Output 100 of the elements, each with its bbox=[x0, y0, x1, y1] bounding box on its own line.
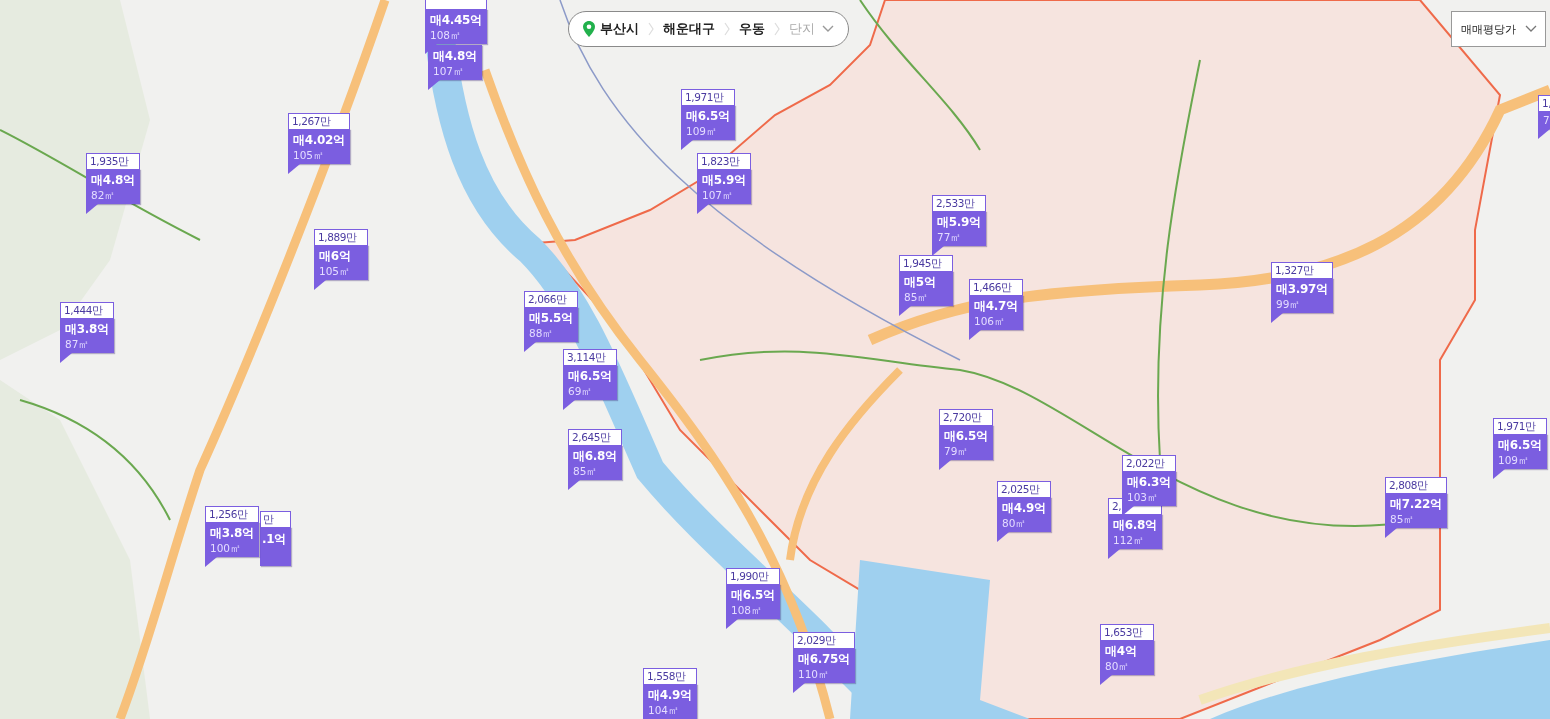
unit-price-label: 2,066만 bbox=[524, 291, 578, 307]
map-drawing[interactable] bbox=[0, 0, 1550, 719]
area-label: 107㎡ bbox=[433, 65, 466, 77]
area-label: 109㎡ bbox=[686, 125, 719, 137]
sale-price-label: 매4.9억 bbox=[1002, 500, 1046, 517]
area-label: 112㎡ bbox=[1113, 534, 1146, 546]
price-marker[interactable]: 1,823만 매5.9억 107㎡ bbox=[697, 153, 751, 214]
pointer-tail-icon bbox=[1271, 313, 1283, 323]
price-marker[interactable]: 1,256만 매3.8억 100㎡ bbox=[205, 506, 259, 567]
price-marker[interactable]: 1,466만 매4.7억 106㎡ bbox=[969, 279, 1023, 340]
unit-price-label: 2,025만 bbox=[997, 481, 1051, 497]
pointer-tail-icon bbox=[681, 140, 693, 150]
area-label: 69㎡ bbox=[568, 385, 594, 397]
pointer-tail-icon bbox=[568, 480, 580, 490]
sale-price-label: 매4.02억 bbox=[293, 132, 345, 149]
unit-price-label: 1, bbox=[1538, 95, 1550, 111]
price-marker[interactable]: 3,114만 매6.5억 69㎡ bbox=[563, 349, 617, 410]
price-marker[interactable]: 2,025만 매4.9억 80㎡ bbox=[997, 481, 1051, 542]
pointer-tail-icon bbox=[86, 204, 98, 214]
unit-price-label: 2,533만 bbox=[932, 195, 986, 211]
area-label: 80㎡ bbox=[1105, 660, 1131, 672]
price-marker[interactable]: 1,444만 매3.8억 87㎡ bbox=[60, 302, 114, 363]
sale-price-label: 매6.75억 bbox=[798, 651, 850, 668]
area-label: 7 bbox=[1543, 114, 1550, 126]
area-label: 106㎡ bbox=[974, 315, 1007, 327]
price-marker[interactable]: 1,945만 매5억 85㎡ bbox=[899, 255, 953, 316]
area-label: 107㎡ bbox=[702, 189, 735, 201]
pointer-tail-icon bbox=[1122, 506, 1134, 516]
pointer-tail-icon bbox=[726, 619, 738, 629]
sale-price-label: 매6.8억 bbox=[573, 448, 617, 465]
chevron-icon bbox=[773, 22, 781, 36]
area-label: 105㎡ bbox=[293, 149, 326, 161]
unit-price-label: 2,029만 bbox=[793, 632, 855, 648]
price-marker[interactable]: 1,971만 매6.5억 109㎡ bbox=[681, 89, 735, 150]
sale-price-label: .1억 bbox=[262, 531, 287, 548]
pointer-tail-icon bbox=[899, 306, 911, 316]
price-marker[interactable]: 1,889만 매6억 105㎡ bbox=[314, 229, 368, 290]
sale-price-label: 매5.9억 bbox=[702, 172, 746, 189]
unit-price-label: 3,114만 bbox=[563, 349, 617, 365]
unit-price-label: 1,889만 bbox=[314, 229, 368, 245]
price-marker[interactable]: 만 .1억 bbox=[260, 511, 291, 566]
pointer-tail-icon bbox=[1100, 675, 1112, 685]
sale-price-label: 매6.5억 bbox=[686, 108, 730, 125]
price-marker[interactable]: 1,990만 매6.5억 108㎡ bbox=[726, 568, 780, 629]
price-marker[interactable]: 2,645만 매6.8억 85㎡ bbox=[568, 429, 622, 490]
unit-price-label: 2,645만 bbox=[568, 429, 622, 445]
sale-price-label: 매5.5억 bbox=[529, 310, 573, 327]
area-label: 80㎡ bbox=[1002, 517, 1028, 529]
price-marker[interactable]: 2,808만 매7.22억 85㎡ bbox=[1385, 477, 1447, 538]
price-marker[interactable]: 2,720만 매6.5억 79㎡ bbox=[939, 409, 993, 470]
breadcrumb-item[interactable]: 부산시 bbox=[583, 20, 639, 38]
price-marker[interactable]: 2,066만 매5.5억 88㎡ bbox=[524, 291, 578, 352]
unit-price-label: 1,971만 bbox=[681, 89, 735, 105]
sale-price-label: 매4.8억 bbox=[91, 172, 135, 189]
unit-price-label: 1,327만 bbox=[1271, 262, 1333, 278]
pointer-tail-icon bbox=[793, 683, 805, 693]
price-marker[interactable]: 2,533만 매5.9억 77㎡ bbox=[932, 195, 986, 256]
unit-price-label: 1,935만 bbox=[86, 153, 140, 169]
unit-price-label: 2,022만 bbox=[1122, 455, 1176, 471]
pointer-tail-icon bbox=[1385, 528, 1397, 538]
sale-price-label: 매6.5억 bbox=[568, 368, 612, 385]
sale-price-label: 매3.8억 bbox=[65, 321, 109, 338]
unit-price-label: 1,971만 bbox=[1493, 418, 1547, 434]
pointer-tail-icon bbox=[1108, 549, 1120, 559]
price-marker[interactable]: 1,558만 매4.9억 104㎡ bbox=[643, 668, 697, 719]
pointer-tail-icon bbox=[60, 353, 72, 363]
sale-price-label: 매7.22억 bbox=[1390, 496, 1442, 513]
unit-price-label: 1,823만 bbox=[697, 153, 751, 169]
area-label: 109㎡ bbox=[1498, 454, 1531, 466]
price-type-dropdown[interactable]: 매매평당가 bbox=[1451, 11, 1546, 47]
pointer-tail-icon bbox=[697, 204, 709, 214]
map-pin-icon bbox=[583, 21, 595, 37]
sale-price-label: 매6.5억 bbox=[731, 587, 775, 604]
price-marker[interactable]: 1, 7 bbox=[1538, 95, 1550, 139]
unit-price-label: 1,466만 bbox=[969, 279, 1023, 295]
area-label: 104㎡ bbox=[648, 704, 681, 716]
sale-price-label: 매6.5억 bbox=[944, 428, 988, 445]
pointer-tail-icon bbox=[314, 280, 326, 290]
sale-price-label: 매6.8억 bbox=[1113, 517, 1157, 534]
caret-icon bbox=[822, 25, 834, 33]
chevron-icon bbox=[723, 22, 731, 36]
area-label: 79㎡ bbox=[944, 445, 970, 457]
price-marker[interactable]: 1,971만 매6.5억 109㎡ bbox=[1493, 418, 1547, 479]
price-marker[interactable]: 2,029만 매6.75억 110㎡ bbox=[793, 632, 855, 693]
price-marker[interactable]: 1,935만 매4.8억 82㎡ bbox=[86, 153, 140, 214]
breadcrumb-item[interactable]: 우동 bbox=[739, 20, 765, 38]
price-marker[interactable]: 1,653만 매4억 80㎡ bbox=[1100, 624, 1154, 685]
price-marker[interactable]: 1,327만 매3.97억 99㎡ bbox=[1271, 262, 1333, 323]
unit-price-label: 1,267만 bbox=[288, 113, 350, 129]
unit-price-label: 1,653만 bbox=[1100, 624, 1154, 640]
price-marker[interactable]: 매4.8억 107㎡ bbox=[428, 45, 482, 90]
pointer-tail-icon bbox=[969, 330, 981, 340]
area-label: 82㎡ bbox=[91, 189, 117, 201]
area-label: 87㎡ bbox=[65, 338, 91, 350]
breadcrumb-item[interactable]: 해운대구 bbox=[663, 20, 715, 38]
price-marker[interactable]: 1,267만 매4.02억 105㎡ bbox=[288, 113, 350, 174]
area-label: 85㎡ bbox=[1390, 513, 1416, 525]
sale-price-label: 매5.9억 bbox=[937, 214, 981, 231]
unit-price-label: 2,808만 bbox=[1385, 477, 1447, 493]
pointer-tail-icon bbox=[288, 164, 300, 174]
